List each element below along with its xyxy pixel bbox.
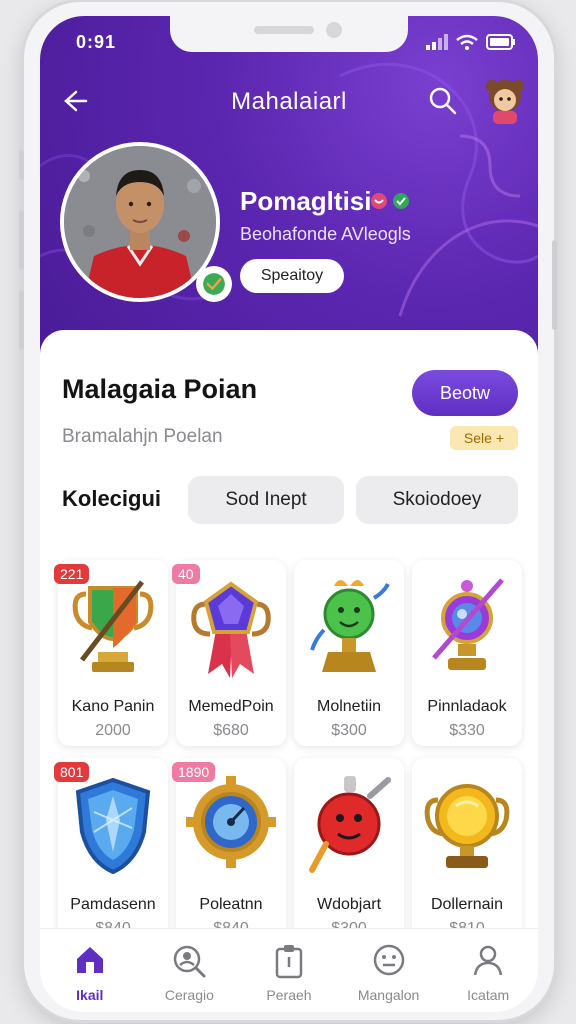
nav-label: Peraeh bbox=[266, 987, 312, 1003]
item-badge: 40 bbox=[172, 564, 200, 584]
shield-trophy-icon bbox=[72, 580, 154, 672]
power-button bbox=[552, 240, 557, 330]
item-card[interactable]: 801 Pamdasenn $840 bbox=[54, 758, 168, 944]
profile-header: 0:91 Mahalaiarl Pomagltisi Beohafonde AV… bbox=[40, 16, 538, 356]
sale-tag[interactable]: Sele + bbox=[450, 426, 518, 450]
item-badge: 221 bbox=[54, 564, 90, 584]
nav-label: Icatam bbox=[467, 987, 510, 1003]
magic-orb-trophy-icon bbox=[432, 578, 504, 670]
gold-trophy-icon bbox=[424, 784, 510, 868]
tab-skoiodoey[interactable]: Skoiodoey bbox=[356, 476, 518, 524]
search-icon[interactable] bbox=[428, 86, 458, 116]
item-card[interactable]: Wdobjart $300 bbox=[294, 758, 404, 944]
heart-badge-icon bbox=[371, 193, 387, 209]
profile-badges bbox=[370, 192, 410, 210]
item-badge: 801 bbox=[54, 762, 90, 782]
side-button bbox=[19, 150, 24, 180]
section-subtitle: Bramalahjn Poelan bbox=[62, 426, 223, 447]
tabs-label: Kolecigui bbox=[62, 486, 162, 511]
status-icons bbox=[426, 34, 516, 50]
clipboard-icon bbox=[275, 945, 303, 979]
nav-label: Mangalon bbox=[357, 987, 420, 1003]
item-name: Wdobjart bbox=[316, 896, 382, 913]
item-price: $330 bbox=[449, 722, 485, 739]
item-name: Dollernain bbox=[430, 896, 504, 913]
item-price: $300 bbox=[331, 722, 367, 739]
status-time: 0:91 bbox=[76, 32, 117, 52]
phone-frame: 0:91 Mahalaiarl Pomagltisi Beohafonde AV… bbox=[24, 2, 554, 1020]
nav-item-home[interactable]: Ikail bbox=[40, 929, 140, 1012]
verified-check-icon bbox=[196, 266, 232, 302]
item-name: Kano Panin bbox=[71, 698, 155, 715]
creature-trophy-icon bbox=[310, 580, 390, 672]
status-chip[interactable]: Speaitoy bbox=[240, 259, 344, 293]
battery-icon bbox=[486, 34, 515, 50]
item-name: Pamdasenn bbox=[70, 896, 156, 913]
check-badge-icon bbox=[393, 193, 409, 209]
page-title: Mahalaiarl bbox=[231, 88, 347, 115]
section-title: Malagaia Poian bbox=[62, 374, 258, 404]
nav-label: Ikail bbox=[76, 987, 104, 1003]
item-price: 2000 bbox=[95, 722, 131, 739]
volume-button bbox=[19, 290, 24, 350]
item-card[interactable]: Dollernain $810 bbox=[412, 758, 522, 944]
profile-subtitle: Beohafonde AVleogls bbox=[240, 224, 411, 244]
profile-name: Pomagltisi bbox=[240, 186, 372, 216]
item-card[interactable]: 1890 Poleatnn $840 bbox=[172, 758, 286, 944]
user-icon bbox=[473, 945, 503, 976]
volume-button bbox=[19, 210, 24, 270]
home-icon bbox=[76, 947, 103, 973]
plus-icon: + bbox=[495, 430, 505, 446]
tab-sod-inept[interactable]: Sod Inept bbox=[188, 476, 344, 524]
primary-action-button[interactable]: Beotw bbox=[412, 370, 518, 416]
face-icon bbox=[373, 944, 404, 976]
item-grid: 221 Kano Panin 2000 40 MemedPoin $680 Mo… bbox=[50, 560, 528, 960]
content-card: Malagaia Poian Beotw Bramalahjn Poelan S… bbox=[40, 330, 538, 1012]
blue-shield-icon bbox=[75, 777, 151, 875]
gear-compass-icon bbox=[186, 776, 276, 868]
nav-item-search[interactable]: Ceragio bbox=[140, 929, 240, 1012]
nav-item-face[interactable]: Mangalon bbox=[339, 929, 439, 1012]
user-avatar[interactable] bbox=[482, 74, 528, 124]
bottom-nav: Ikail Ceragio Peraeh Mangalon Icatam bbox=[40, 928, 538, 1012]
signal-icon bbox=[426, 34, 448, 50]
item-name: MemedPoin bbox=[188, 698, 274, 715]
item-card[interactable]: Pinnladaok $330 bbox=[412, 560, 522, 746]
ribbon-medal-icon bbox=[191, 581, 271, 678]
wifi-icon bbox=[456, 34, 478, 50]
phone-notch bbox=[170, 16, 408, 52]
item-card[interactable]: 40 MemedPoin $680 bbox=[172, 560, 286, 746]
item-name: Poleatnn bbox=[199, 896, 263, 913]
nav-item-clipboard[interactable]: Peraeh bbox=[239, 929, 339, 1012]
nav-label: Ceragio bbox=[164, 987, 214, 1003]
red-creature-icon bbox=[309, 776, 391, 873]
item-name: Pinnladaok bbox=[427, 698, 507, 715]
item-card[interactable]: Molnetiin $300 bbox=[294, 560, 404, 746]
item-card[interactable]: 221 Kano Panin 2000 bbox=[54, 560, 168, 746]
item-badge: 1890 bbox=[172, 762, 216, 782]
search-people-icon bbox=[174, 945, 206, 978]
item-name: Molnetiin bbox=[316, 698, 382, 715]
nav-item-user[interactable]: Icatam bbox=[438, 929, 538, 1012]
item-price: $680 bbox=[213, 722, 249, 739]
app-screen: 0:91 Mahalaiarl Pomagltisi Beohafonde AV… bbox=[40, 16, 538, 1012]
sale-tag-label: Sele bbox=[463, 430, 492, 446]
